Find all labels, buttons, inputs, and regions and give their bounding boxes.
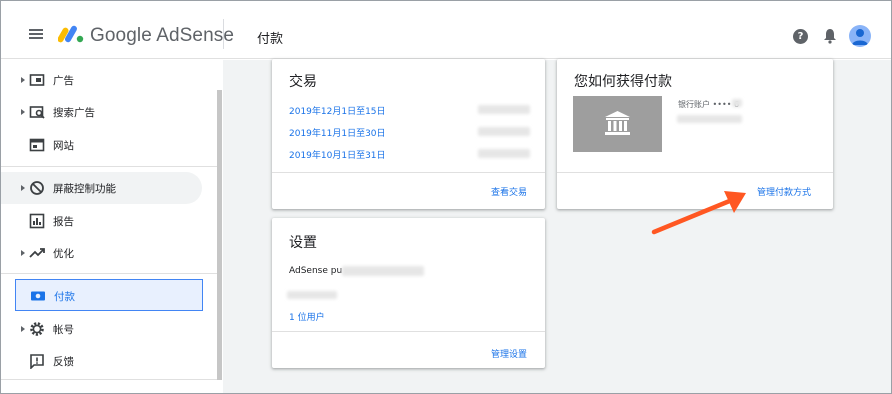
transaction-link[interactable]: 2019年12月1日至15日 <box>289 104 386 117</box>
expand-caret-icon[interactable] <box>21 109 25 115</box>
sidebar-item-payments[interactable]: 付款 <box>15 279 203 311</box>
sidebar-item-sites[interactable]: 网站 <box>15 129 203 161</box>
sidebar-item-label: 反馈 <box>53 356 74 368</box>
manage-settings-link[interactable]: 管理设置 <box>491 347 527 360</box>
sidebar-item-feedback[interactable]: 反馈 <box>15 345 203 377</box>
sidebar-item-label: 屏蔽控制功能 <box>53 183 116 195</box>
sidebar-item-ads[interactable]: 广告 <box>15 64 203 96</box>
bank-icon <box>605 111 630 135</box>
manage-payment-methods-link[interactable]: 管理付款方式 <box>757 185 811 198</box>
card-title: 设置 <box>289 235 317 251</box>
card-title: 您如何获得付款 <box>574 74 672 90</box>
card-divider <box>272 172 545 173</box>
account-avatar[interactable] <box>849 25 871 47</box>
header-divider <box>223 19 224 49</box>
transaction-link[interactable]: 2019年10月1日至31日 <box>289 148 386 161</box>
redacted-account <box>732 99 742 107</box>
card-divider <box>557 172 833 173</box>
expand-caret-icon[interactable] <box>21 185 25 191</box>
sidebar-divider <box>1 379 217 380</box>
publisher-id: AdSense pu <box>289 266 343 276</box>
adsense-logo-icon <box>58 25 84 43</box>
sidebar-item-label: 报告 <box>53 216 74 228</box>
app-window: Google AdSense 付款 ? 广告 搜索广告 网站 屏蔽控制功能 报告… <box>0 0 892 394</box>
redacted-amount <box>478 149 530 158</box>
top-app-bar: Google AdSense 付款 ? <box>1 1 891 59</box>
sidebar-item-reports[interactable]: 报告 <box>15 205 203 237</box>
sidebar-item-label: 帐号 <box>53 324 74 336</box>
notifications-bell-icon[interactable] <box>823 28 837 44</box>
person-icon <box>852 29 868 45</box>
redacted-timezone <box>287 291 337 299</box>
product-name: Google AdSense <box>90 25 235 46</box>
transaction-link[interactable]: 2019年11月1日至30日 <box>289 126 386 139</box>
settings-gear-icon <box>30 322 44 336</box>
bank-account-label: 银行账户 •••• 6 <box>678 100 740 109</box>
redacted-account-holder <box>677 115 742 123</box>
sidebar-divider <box>1 273 217 274</box>
feedback-icon <box>30 354 44 369</box>
users-link[interactable]: 1 位用户 <box>289 310 325 323</box>
redacted-amount <box>478 127 530 136</box>
sites-icon <box>29 138 45 152</box>
sidebar-item-label: 搜索广告 <box>53 107 95 119</box>
expand-caret-icon[interactable] <box>21 250 25 256</box>
card-divider <box>272 331 545 332</box>
sidebar-divider <box>1 166 217 167</box>
transactions-card: 交易 2019年12月1日至15日 2019年11月1日至30日 2019年10… <box>272 59 545 209</box>
sidebar-item-label: 网站 <box>53 140 74 152</box>
redacted-amount <box>478 105 530 114</box>
sidebar-item-search-ads[interactable]: 搜索广告 <box>15 96 203 128</box>
redacted-publisher-id <box>342 266 424 276</box>
trending-up-icon <box>29 248 45 258</box>
sidebar-item-label: 付款 <box>54 291 75 303</box>
help-icon[interactable]: ? <box>793 29 808 44</box>
menu-icon[interactable] <box>29 29 43 39</box>
expand-caret-icon[interactable] <box>21 77 25 83</box>
block-icon <box>30 181 44 195</box>
expand-caret-icon[interactable] <box>21 326 25 332</box>
card-title: 交易 <box>289 74 317 90</box>
sidebar-item-label: 优化 <box>53 248 74 260</box>
settings-card: 设置 AdSense pu 1 位用户 管理设置 <box>272 218 545 368</box>
bank-image <box>573 96 662 152</box>
side-navigation: 广告 搜索广告 网站 屏蔽控制功能 报告 优化 付款 帐号 反馈 <box>1 60 223 393</box>
sidebar-scrollbar[interactable] <box>217 90 222 380</box>
sidebar-item-account[interactable]: 帐号 <box>15 313 203 345</box>
payment-icon <box>31 291 45 301</box>
report-icon <box>29 213 45 229</box>
search-ads-icon <box>29 106 45 119</box>
annotation-arrow-icon <box>651 191 746 235</box>
ad-unit-icon <box>29 74 45 86</box>
sidebar-item-optimization[interactable]: 优化 <box>15 237 203 269</box>
view-transactions-link[interactable]: 查看交易 <box>491 185 527 198</box>
sidebar-item-blocking-controls[interactable]: 屏蔽控制功能 <box>1 172 202 204</box>
sidebar-item-label: 广告 <box>53 75 74 87</box>
page-title: 付款 <box>257 32 284 47</box>
